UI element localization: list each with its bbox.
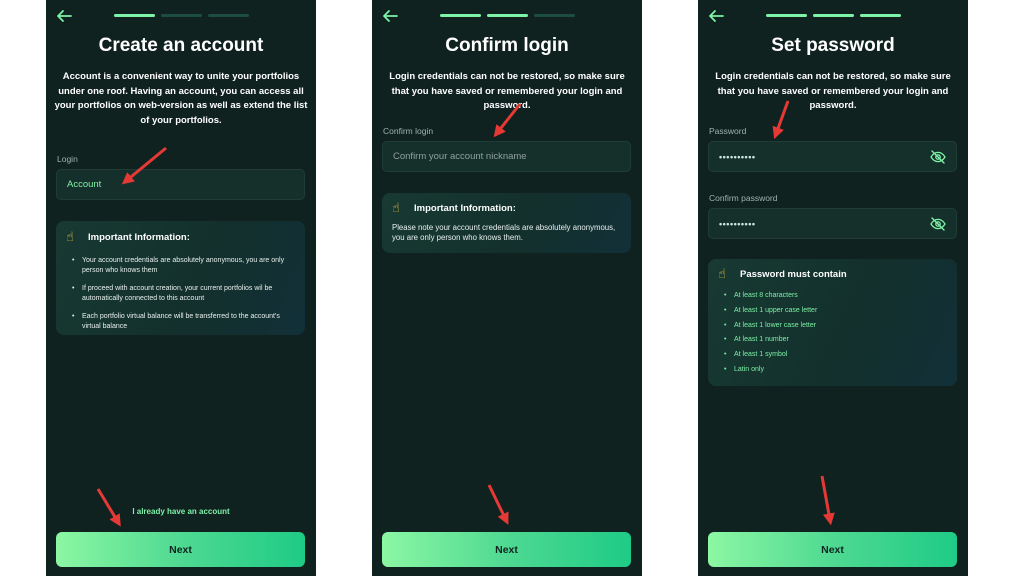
password-value: ••••••••••	[719, 151, 756, 162]
info-header: ☝ Important Information:	[56, 230, 305, 244]
page-title: Set password	[771, 35, 895, 56]
pointing-up-hand-icon: ☝	[66, 229, 74, 244]
confirm-password-input[interactable]: ••••••••••	[708, 208, 957, 239]
confirm-login-label: Confirm login	[383, 126, 434, 136]
list-item: At least 1 number	[724, 335, 943, 345]
back-arrow-icon[interactable]	[708, 9, 724, 23]
progress-steps	[114, 14, 249, 17]
rules-header: ☝ Password must contain	[708, 267, 957, 281]
list-item: Each portfolio virtual balance will be t…	[72, 312, 291, 331]
info-title: Important Information:	[88, 231, 190, 243]
page-description: Login credentials can not be restored, s…	[715, 71, 951, 111]
password-label: Password	[709, 126, 747, 136]
confirm-login-input[interactable]	[393, 151, 630, 162]
next-button[interactable]: Next	[708, 532, 957, 567]
pointing-up-hand-icon: ☝	[392, 200, 400, 215]
confirm-login-screen: Confirm login Login credentials can not …	[372, 0, 642, 576]
progress-steps	[766, 14, 901, 17]
next-button[interactable]: Next	[56, 532, 305, 567]
pointing-up-hand-icon: ☝	[718, 266, 726, 281]
list-item: At least 8 characters	[724, 291, 943, 301]
important-info-box: ☝ Important Information: Please note you…	[382, 193, 631, 253]
list-item: If proceed with account creation, your c…	[72, 284, 291, 303]
important-info-box: ☝ Important Information: Your account cr…	[56, 221, 305, 335]
set-password-screen: Set password Login credentials can not b…	[698, 0, 968, 576]
already-have-account-link[interactable]: I already have an account	[46, 507, 316, 516]
password-input[interactable]: ••••••••••	[708, 141, 957, 172]
rules-title: Password must contain	[740, 268, 847, 280]
progress-step	[860, 14, 901, 17]
page-title: Confirm login	[445, 35, 569, 56]
list-item: Your account credentials are absolutely …	[72, 256, 291, 275]
password-rules-list: At least 8 characters At least 1 upper c…	[708, 291, 957, 375]
info-title: Important Information:	[414, 202, 516, 214]
eye-slash-icon[interactable]	[930, 150, 946, 164]
page-description: Account is a convenient way to unite you…	[54, 71, 308, 126]
back-arrow-icon[interactable]	[382, 9, 398, 23]
list-item: Latin only	[724, 365, 943, 375]
next-button[interactable]: Next	[382, 532, 631, 567]
progress-step	[487, 14, 528, 17]
login-input[interactable]: Account	[56, 169, 305, 200]
info-list: Your account credentials are absolutely …	[56, 256, 305, 332]
list-item: At least 1 upper case letter	[724, 306, 943, 316]
progress-step	[114, 14, 155, 17]
page-description: Login credentials can not be restored, s…	[389, 71, 625, 111]
progress-step	[161, 14, 202, 17]
list-item: At least 1 lower case letter	[724, 321, 943, 331]
progress-step	[208, 14, 249, 17]
progress-step	[813, 14, 854, 17]
list-item: At least 1 symbol	[724, 350, 943, 360]
progress-step	[534, 14, 575, 17]
page-title: Create an account	[98, 35, 264, 56]
create-account-screen: Create an account Account is a convenien…	[46, 0, 316, 576]
progress-steps	[440, 14, 575, 17]
progress-step	[440, 14, 481, 17]
login-label: Login	[57, 154, 78, 164]
password-rules-box: ☝ Password must contain At least 8 chara…	[708, 259, 957, 386]
info-text: Please note your account credentials are…	[392, 223, 616, 242]
confirm-password-label: Confirm password	[709, 193, 778, 203]
confirm-password-value: ••••••••••	[719, 218, 756, 229]
eye-slash-icon[interactable]	[930, 217, 946, 231]
confirm-login-field[interactable]	[382, 141, 631, 172]
back-arrow-icon[interactable]	[56, 9, 72, 23]
info-header: ☝ Important Information:	[382, 201, 631, 215]
login-value: Account	[67, 179, 102, 190]
progress-step	[766, 14, 807, 17]
